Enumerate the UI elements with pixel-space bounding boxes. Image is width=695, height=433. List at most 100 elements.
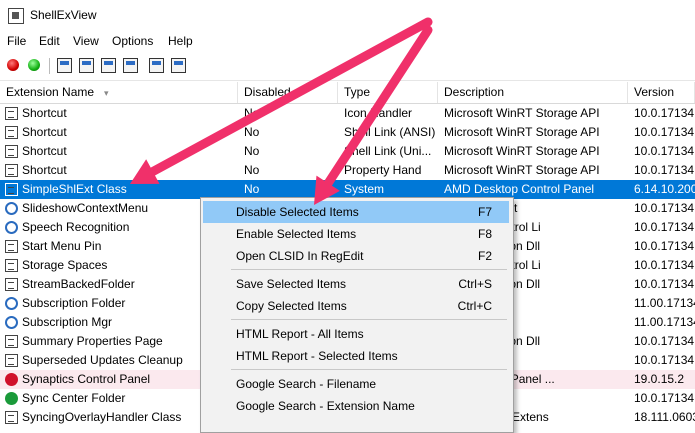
menu-item-label: Open CLSID In RegEdit bbox=[236, 249, 364, 263]
cell-version: 10.0.17134.1 bbox=[634, 163, 695, 177]
disable-red-icon[interactable] bbox=[7, 59, 19, 71]
column-type[interactable]: Type bbox=[338, 82, 438, 103]
cell-version: 10.0.17134.1 bbox=[634, 258, 695, 272]
menu-separator bbox=[231, 269, 507, 270]
list-header: Extension Name ▾ Disabled Type Descriptio… bbox=[0, 82, 695, 104]
menu-item-google-search-filename[interactable]: Google Search - Filename bbox=[203, 373, 509, 395]
menu-item-shortcut: Ctrl+C bbox=[457, 299, 492, 313]
cell-version: 10.0.17134.1 bbox=[634, 220, 695, 234]
cell-version: 10.0.17134.1 bbox=[634, 353, 695, 367]
window-title: ShellExView bbox=[30, 8, 97, 22]
table-row[interactable]: Shortcut No Property Hand Microsoft WinRT S… bbox=[0, 161, 695, 180]
cell-version: 10.0.17134.1 bbox=[634, 201, 695, 215]
cell-type: Shell Link (Uni... bbox=[344, 144, 432, 158]
cell-type: Icon Handler bbox=[344, 106, 413, 120]
cell-version: 11.00.17134 bbox=[634, 315, 695, 329]
cell-type: Shell Link (ANSI) bbox=[344, 125, 436, 139]
cell-name: Shortcut bbox=[22, 163, 67, 177]
menu-options[interactable]: Options bbox=[112, 34, 153, 48]
menu-item-shortcut: F7 bbox=[477, 205, 492, 219]
menu-edit[interactable]: Edit bbox=[39, 34, 60, 48]
table-row[interactable]: Shortcut No Shell Link (Uni... Microsoft Wi… bbox=[0, 142, 695, 161]
menu-help[interactable]: Help bbox=[168, 34, 193, 48]
menu-file[interactable]: File bbox=[7, 34, 26, 48]
cell-version: 11.00.17134 bbox=[634, 296, 695, 310]
menu-item-html-report-all-items[interactable]: HTML Report - All Items bbox=[203, 323, 509, 345]
menu-item-label: Google Search - Extension Name bbox=[236, 399, 415, 413]
document-icon bbox=[5, 107, 18, 120]
exit-icon[interactable] bbox=[171, 58, 186, 73]
refresh-icon[interactable] bbox=[79, 58, 94, 73]
cell-name: Shortcut bbox=[22, 144, 67, 158]
document-icon bbox=[5, 240, 18, 253]
menu-item-label: Google Search - Filename bbox=[236, 377, 377, 391]
menu-item-label: Disable Selected Items bbox=[236, 205, 359, 219]
menu-item-shortcut: F8 bbox=[477, 227, 492, 241]
menu-view[interactable]: View bbox=[73, 34, 99, 48]
save-icon[interactable] bbox=[57, 58, 72, 73]
enable-green-icon[interactable] bbox=[28, 59, 40, 71]
menu-item-open-clsid-in-regedit[interactable]: Open CLSID In RegEdit F2 bbox=[203, 245, 509, 267]
document-icon bbox=[5, 183, 18, 196]
cell-disabled: No bbox=[244, 106, 260, 120]
column-label: Extension Name bbox=[6, 85, 95, 99]
gear-icon bbox=[5, 297, 18, 310]
column-disabled[interactable]: Disabled bbox=[238, 82, 338, 103]
cell-description: Microsoft WinRT Storage API bbox=[444, 106, 600, 120]
menu-item-disable-selected-items[interactable]: Disable Selected Items F7 bbox=[203, 201, 509, 223]
cell-version: 10.0.17134.1 bbox=[634, 391, 695, 405]
synaptics-icon bbox=[5, 373, 18, 386]
toolbar-separator bbox=[49, 58, 50, 74]
cell-version: 19.0.15.2 bbox=[634, 372, 685, 386]
cell-description: Microsoft WinRT Storage API bbox=[444, 144, 600, 158]
toolbar bbox=[0, 52, 695, 81]
copy-icon[interactable] bbox=[101, 58, 116, 73]
cell-version: 10.0.17134.1 bbox=[634, 239, 695, 253]
menu-separator bbox=[231, 319, 507, 320]
cell-version: 10.0.17134.1 bbox=[634, 144, 695, 158]
properties-icon[interactable] bbox=[123, 58, 138, 73]
menu-bar: File Edit View Options Help bbox=[0, 30, 695, 52]
sort-arrow-icon: ▾ bbox=[104, 88, 109, 98]
cell-version: 10.0.17134.1 bbox=[634, 125, 695, 139]
document-icon bbox=[5, 145, 18, 158]
column-version[interactable]: Version bbox=[628, 82, 695, 103]
menu-separator bbox=[231, 369, 507, 370]
menu-item-enable-selected-items[interactable]: Enable Selected Items F8 bbox=[203, 223, 509, 245]
title-bar: ShellExView bbox=[0, 0, 695, 30]
document-icon bbox=[5, 126, 18, 139]
menu-item-save-selected-items[interactable]: Save Selected Items Ctrl+S bbox=[203, 273, 509, 295]
gear-icon bbox=[5, 221, 18, 234]
cell-version: 10.0.17134.1 bbox=[634, 106, 695, 120]
column-description[interactable]: Description bbox=[438, 82, 628, 103]
menu-item-label: Save Selected Items bbox=[236, 277, 347, 291]
menu-item-google-search-extension-name[interactable]: Google Search - Extension Name bbox=[203, 395, 509, 417]
context-menu: Disable Selected Items F7 Enable Selected … bbox=[200, 197, 514, 433]
cell-name: Shortcut bbox=[22, 106, 67, 120]
cell-description: Microsoft WinRT Storage API bbox=[444, 125, 600, 139]
menu-item-shortcut: F2 bbox=[477, 249, 492, 263]
menu-item-label: HTML Report - Selected Items bbox=[236, 349, 398, 363]
find-icon[interactable] bbox=[149, 58, 164, 73]
menu-item-label: Copy Selected Items bbox=[236, 299, 347, 313]
document-icon bbox=[5, 335, 18, 348]
menu-item-shortcut: Ctrl+S bbox=[458, 277, 492, 291]
document-icon bbox=[5, 411, 18, 424]
sync-icon bbox=[5, 392, 18, 405]
table-row[interactable]: Shortcut No Icon Handler Microsoft WinRT St… bbox=[0, 104, 695, 123]
cell-name: Shortcut bbox=[22, 125, 67, 139]
menu-item-label: HTML Report - All Items bbox=[236, 327, 364, 341]
app-icon bbox=[8, 8, 24, 24]
cell-version: 10.0.17134.1 bbox=[634, 277, 695, 291]
document-icon bbox=[5, 354, 18, 367]
document-icon bbox=[5, 278, 18, 291]
column-extension-name[interactable]: Extension Name ▾ bbox=[0, 82, 238, 103]
menu-item-copy-selected-items[interactable]: Copy Selected Items Ctrl+C bbox=[203, 295, 509, 317]
table-row[interactable]: Shortcut No Shell Link (ANSI) Microsoft Win… bbox=[0, 123, 695, 142]
gear-icon bbox=[5, 202, 18, 215]
menu-item-label: Enable Selected Items bbox=[236, 227, 357, 241]
gear-icon bbox=[5, 316, 18, 329]
cell-version: 18.111.0603 bbox=[634, 410, 695, 424]
document-icon bbox=[5, 259, 18, 272]
menu-item-html-report-selected-items[interactable]: HTML Report - Selected Items bbox=[203, 345, 509, 367]
